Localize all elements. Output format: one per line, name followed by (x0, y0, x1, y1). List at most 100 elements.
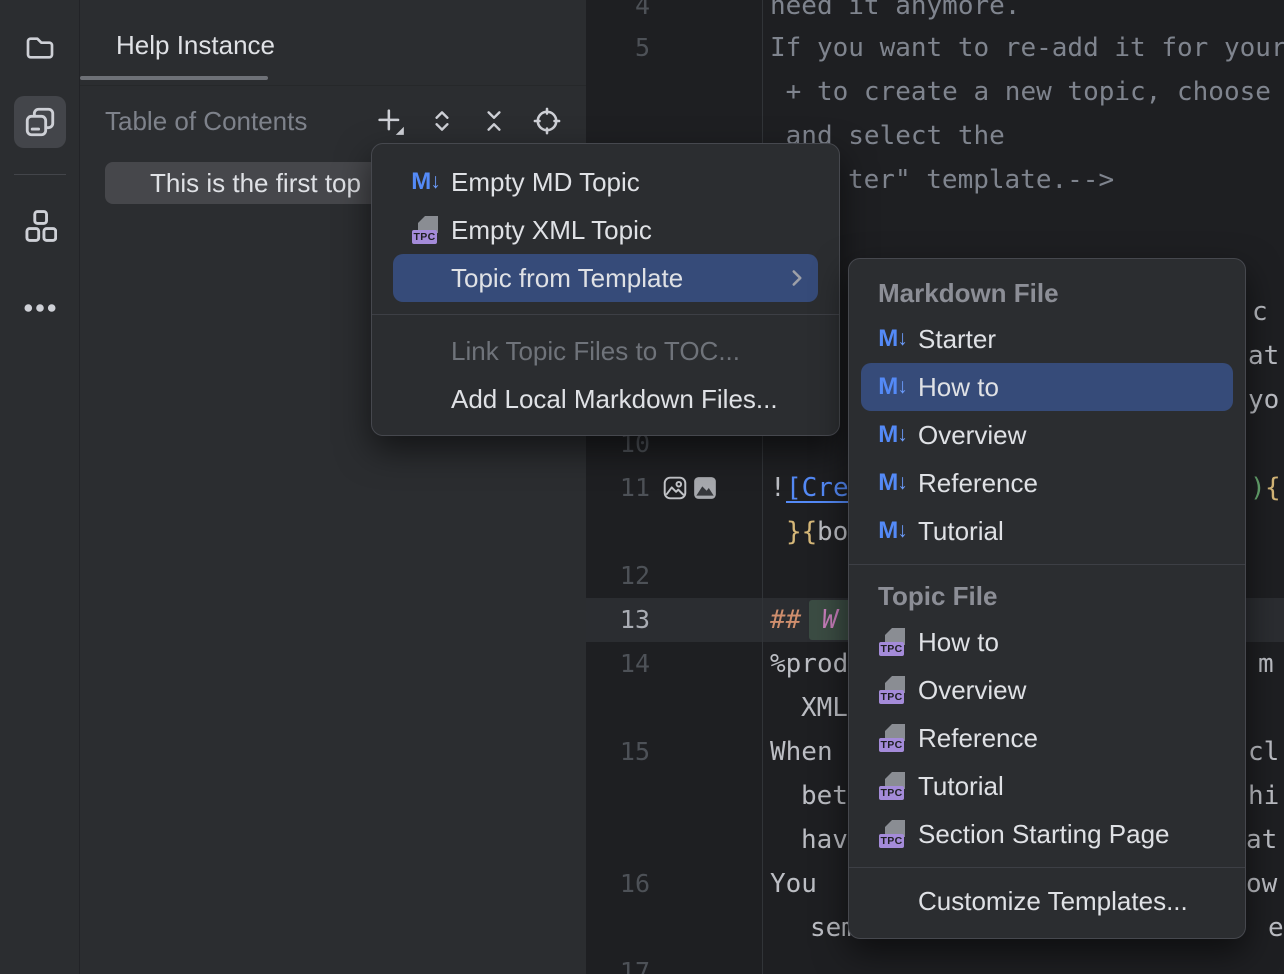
code-token-text: at (1248, 334, 1279, 378)
expand-all-button[interactable] (423, 102, 461, 140)
code-token-text: c (1252, 290, 1268, 334)
menu-item-label: Add Local Markdown Files... (451, 384, 778, 415)
line-number: 14 (586, 642, 650, 686)
code-line: + to create a new topic, choose (586, 70, 1284, 114)
code-token-comment: ter" template.--> (848, 158, 1114, 202)
code-line: 17 (586, 950, 1284, 974)
menu-item-label: Reference (918, 723, 1038, 754)
code-token-link: [Cre (786, 466, 849, 510)
menu-item-how-to[interactable]: TPC How to (861, 618, 1233, 666)
code-token-text: hi (1248, 774, 1279, 818)
toc-add-context-menu: M↓ Empty MD Topic TPC Empty XML Topic Topic … (371, 143, 840, 436)
code-token-paren: ) (1250, 466, 1266, 510)
menu-item-label: Empty MD Topic (451, 167, 640, 198)
locate-button[interactable] (528, 102, 566, 140)
menu-item-empty-md-topic[interactable]: M↓ Empty MD Topic (393, 158, 818, 206)
code-token-text: %prod (770, 642, 848, 686)
menu-item-starter[interactable]: M↓ Starter (861, 315, 1233, 363)
code-token-heading: W (809, 600, 851, 640)
code-token-text: at (1246, 818, 1277, 862)
topic-icon: TPC (878, 723, 908, 753)
markdown-icon: M↓ (878, 468, 908, 498)
menu-item-label: Customize Templates... (918, 886, 1188, 917)
menu-item-reference[interactable]: TPC Reference (861, 714, 1233, 762)
code-token-text: bo (817, 510, 848, 554)
topic-icon: TPC (411, 215, 441, 245)
code-token-text: e (1268, 906, 1284, 950)
menu-item-label: Starter (918, 324, 996, 355)
menu-item-label: How to (918, 627, 999, 658)
menu-item-add-local-markdown-files[interactable]: Add Local Markdown Files... (393, 375, 818, 423)
instances-icon[interactable] (14, 96, 66, 148)
line-number: 15 (586, 730, 650, 774)
line-number: 13 (586, 598, 650, 642)
code-token-brace: { (1265, 466, 1281, 510)
code-token-text: m (1258, 642, 1274, 686)
menu-item-empty-xml-topic[interactable]: TPC Empty XML Topic (393, 206, 818, 254)
markdown-icon: M↓ (878, 420, 908, 450)
topic-icon: TPC (878, 675, 908, 705)
line-number: 16 (586, 862, 650, 906)
code-token-comment: need it anymore. (770, 0, 1020, 28)
code-token-text: yo (1248, 378, 1279, 422)
topic-icon: TPC (878, 627, 908, 657)
image-gutter-icon[interactable] (692, 475, 718, 501)
code-token-text: You (770, 862, 817, 906)
code-token-text: ! (770, 466, 786, 510)
menu-item-label: Topic from Template (451, 263, 683, 294)
active-tab-underline (80, 76, 268, 80)
menu-item-label: Tutorial (918, 516, 1004, 547)
menu-item-label: Empty XML Topic (451, 215, 652, 246)
menu-item-label: Link Topic Files to TOC... (451, 336, 740, 367)
menu-item-label: How to (918, 372, 999, 403)
add-button[interactable] (371, 102, 409, 140)
more-icon[interactable] (14, 282, 66, 334)
menu-item-topic-from-template[interactable]: Topic from Template (393, 254, 818, 302)
menu-item-overview[interactable]: TPC Overview (861, 666, 1233, 714)
folder-icon[interactable] (14, 22, 66, 74)
menu-item-how-to[interactable]: M↓ How to (861, 363, 1233, 411)
topic-icon: TPC (878, 819, 908, 849)
line-number: 12 (586, 554, 650, 598)
menu-item-section-starting-page[interactable]: TPCSection Starting Page (861, 810, 1233, 858)
line-number: 4 (586, 0, 650, 28)
structure-icon[interactable] (14, 200, 66, 252)
code-token-text: ow (1246, 862, 1277, 906)
submenu-chevron-icon (784, 265, 810, 291)
line-number: 5 (586, 26, 650, 70)
code-token-comment: + to create a new topic, choose (770, 70, 1271, 114)
menu-item-link-topic-files-to-toc: Link Topic Files to TOC... (393, 327, 818, 375)
menu-item-tutorial[interactable]: M↓ Tutorial (861, 507, 1233, 555)
menu-separator (849, 564, 1245, 565)
collapse-all-button[interactable] (475, 102, 513, 140)
image-preview-icon[interactable] (662, 475, 688, 501)
menu-item-overview[interactable]: M↓ Overview (861, 411, 1233, 459)
markdown-icon: M↓ (878, 372, 908, 402)
markdown-icon: M↓ (878, 324, 908, 354)
menu-item-tutorial[interactable]: TPC Tutorial (861, 762, 1233, 810)
header-divider (80, 85, 586, 86)
markdown-icon: M↓ (878, 516, 908, 546)
menu-group-header-markdown-file: Markdown File (861, 271, 1233, 315)
menu-separator (372, 314, 839, 315)
menu-separator (849, 867, 1245, 868)
topic-icon: TPC (878, 771, 908, 801)
code-line: 4 need it anymore. (586, 0, 1284, 28)
menu-item-label: Reference (918, 468, 1038, 499)
code-line: 5If you want to re-add it for your (586, 26, 1284, 70)
menu-group-header-topic-file: Topic File (861, 574, 1233, 618)
code-token-brace: }{ (786, 510, 817, 554)
menu-item-reference[interactable]: M↓ Reference (861, 459, 1233, 507)
menu-item-label: Overview (918, 675, 1026, 706)
ide-window: Help Instance Table of Contents (0, 0, 1284, 974)
toc-panel-label: Table of Contents (105, 106, 307, 137)
menu-item-label: Overview (918, 420, 1026, 451)
menu-item-label: Tutorial (918, 771, 1004, 802)
line-number: 11 (586, 466, 650, 510)
line-number: 17 (586, 950, 650, 974)
markdown-icon: M↓ (411, 167, 441, 197)
activity-bar-divider (14, 174, 66, 175)
menu-item-customize-templates[interactable]: Customize Templates... (861, 877, 1233, 925)
toc-tree-item-label: This is the first top (150, 162, 361, 204)
code-token-text: When (770, 730, 833, 774)
